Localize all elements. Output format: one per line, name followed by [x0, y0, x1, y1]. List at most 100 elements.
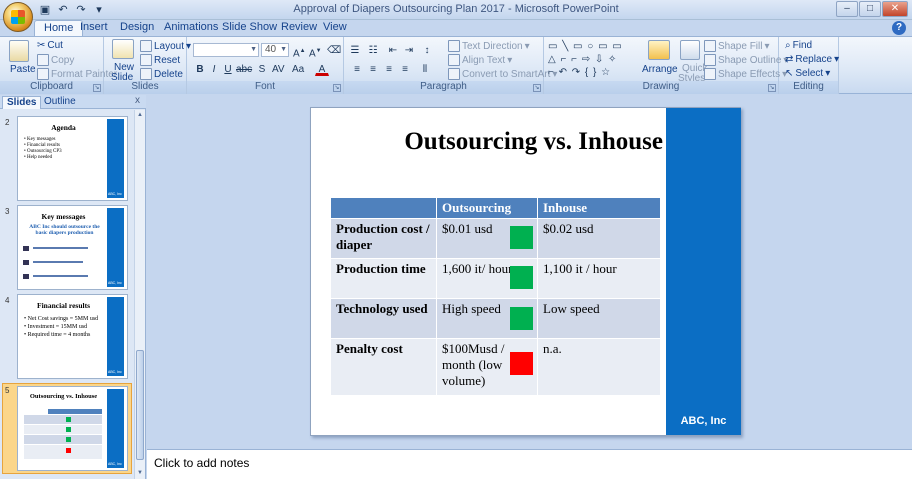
scroll-up-icon[interactable]: ▲	[135, 110, 145, 121]
office-button[interactable]	[3, 2, 33, 32]
align-text-button[interactable]: Align Text ▾	[448, 54, 512, 66]
slides-group: New Slide Layout ▾ Reset Delete Slides	[104, 37, 191, 94]
arrange-button[interactable]: Arrange	[642, 64, 678, 75]
line-spacing-icon[interactable]: ↕	[420, 43, 434, 57]
thumbnail-body: • Net Cost savings = 5MM usd • Investmen…	[24, 316, 99, 338]
thumbnail-blue-bar: ABC, Inc	[107, 389, 124, 468]
thumbnail-title: Financial results	[37, 301, 90, 310]
outsourcing-cell: $100Musd / month (low volume)	[437, 339, 537, 395]
status-indicator	[510, 352, 533, 375]
grow-font-icon[interactable]: A▲	[292, 43, 307, 59]
close-button[interactable]: ✕	[882, 1, 908, 17]
font-launcher-icon[interactable]: ↘	[333, 84, 341, 92]
change-case-icon[interactable]: Aa	[291, 62, 305, 76]
paragraph-launcher-icon[interactable]: ↘	[533, 84, 541, 92]
numbering-icon[interactable]: ☷	[366, 43, 380, 57]
maximize-button[interactable]: □	[859, 1, 881, 17]
table-header-inhouse: Inhouse	[538, 198, 660, 218]
bold-icon[interactable]: B	[193, 62, 207, 76]
strikethrough-icon[interactable]: abc	[235, 62, 253, 76]
copy-button[interactable]: Copy	[37, 54, 74, 66]
thumbnail-number: 3	[5, 207, 10, 216]
slide-thumbnail-3[interactable]: Key messages ABC Inc should outsource th…	[17, 205, 128, 290]
inhouse-cell: n.a.	[538, 339, 660, 395]
paragraph-group-label: Paragraph	[344, 81, 543, 94]
cut-button[interactable]: ✂ Cut	[37, 40, 63, 51]
scrollbar-thumb[interactable]	[136, 350, 144, 460]
thumbnail-title: Key messages	[41, 212, 86, 221]
tab-slides[interactable]: Slides	[2, 96, 42, 109]
underline-icon[interactable]: U	[221, 62, 235, 76]
font-size-combo[interactable]: 40 ▼	[261, 43, 289, 57]
minimize-button[interactable]: –	[836, 1, 858, 17]
row-label: Production cost / diaper	[331, 219, 436, 258]
paste-button[interactable]: Paste	[10, 64, 36, 75]
font-group-label: Font	[187, 81, 343, 94]
format-painter-icon	[37, 68, 49, 80]
notes-pane[interactable]: Click to add notes	[147, 449, 912, 479]
company-brand: ABC, Inc	[680, 415, 727, 427]
align-right-icon[interactable]: ≡	[382, 62, 396, 76]
replace-button[interactable]: ⇄ Replace ▾	[785, 54, 839, 65]
thumbnails-scrollbar[interactable]: ▲ ▼	[134, 110, 145, 479]
italic-icon[interactable]: I	[207, 62, 221, 76]
current-slide[interactable]: Outsourcing vs. Inhouse Outsourcing Inho…	[310, 107, 741, 436]
tab-view[interactable]: View	[323, 21, 347, 33]
close-icon[interactable]: x	[135, 95, 140, 106]
tab-slide-show[interactable]: Slide Show	[222, 21, 277, 33]
office-logo-icon	[11, 10, 25, 24]
character-spacing-icon[interactable]: AV	[271, 62, 286, 76]
align-left-icon[interactable]: ≡	[350, 62, 364, 76]
help-icon[interactable]: ?	[892, 21, 906, 35]
comparison-table[interactable]: Outsourcing Inhouse Production cost / di…	[330, 197, 661, 396]
tab-home[interactable]: Home	[34, 20, 84, 37]
shape-effects-button[interactable]: Shape Effects ▾	[704, 68, 787, 80]
slides-panel: Slides Outline x 2 Agenda • Key messages…	[0, 95, 146, 479]
align-center-icon[interactable]: ≡	[366, 62, 380, 76]
shapes-gallery[interactable]: ▭ ╲ ▭ ○ ▭ ▭ △ ⌐ ⌐ ⇨ ⇩ ✧ ⌐ ↶ ↷ { } ☆	[548, 40, 640, 78]
shrink-font-icon[interactable]: A▼	[308, 43, 323, 59]
tab-insert[interactable]: Insert	[80, 21, 108, 33]
shape-outline-icon	[704, 54, 716, 66]
scroll-down-icon[interactable]: ▼	[135, 468, 145, 479]
shape-outline-button[interactable]: Shape Outline ▾	[704, 54, 788, 66]
columns-icon[interactable]: ⫴	[418, 62, 432, 76]
justify-icon[interactable]: ≡	[398, 62, 412, 76]
select-button[interactable]: ↖ Select ▾	[785, 68, 830, 79]
font-name-combo[interactable]: ▼	[193, 43, 259, 57]
slide-thumbnail-5[interactable]: Outsourcing vs. Inhouse ABC, Inc	[17, 386, 128, 471]
thumbnail-blue-bar: ABC, Inc	[107, 208, 124, 287]
layout-button[interactable]: Layout ▾	[140, 40, 191, 52]
slide-title[interactable]: Outsourcing vs. Inhouse	[351, 128, 663, 156]
thumbnail-body: • Key messages • Financial results • Out…	[24, 137, 62, 160]
delete-button[interactable]: Delete	[140, 68, 183, 80]
shape-fill-button[interactable]: Shape Fill ▾	[704, 40, 770, 52]
thumbnail-number: 2	[5, 118, 10, 127]
shadow-icon[interactable]: S	[255, 62, 269, 76]
text-direction-button[interactable]: Text Direction ▾	[448, 40, 530, 52]
font-group: ▼ 40 ▼ A▲ A▼ ⌫ B I U abc S AV Aa A Font ↘	[187, 37, 344, 94]
paragraph-group: ☰ ☷ ⇤ ⇥ ↕ ≡ ≡ ≡ ≡ ⫴ Text Direction ▾ Alig…	[344, 37, 557, 94]
tab-outline[interactable]: Outline	[40, 96, 80, 109]
slide-thumbnail-2[interactable]: Agenda • Key messages • Financial result…	[17, 116, 128, 201]
drawing-launcher-icon[interactable]: ↘	[768, 84, 776, 92]
inhouse-cell: Low speed	[538, 299, 660, 338]
clipboard-launcher-icon[interactable]: ↘	[93, 84, 101, 92]
clear-formatting-icon[interactable]: ⌫	[326, 43, 342, 57]
tab-review[interactable]: Review	[281, 21, 317, 33]
convert-smartart-button[interactable]: Convert to SmartArt ▾	[448, 68, 557, 80]
find-button[interactable]: ⌕ Find	[785, 40, 812, 51]
reset-button[interactable]: Reset	[140, 54, 180, 66]
tab-design[interactable]: Design	[120, 21, 154, 33]
chevron-down-icon: ▼	[280, 46, 287, 53]
inhouse-cell: $0.02 usd	[538, 219, 660, 258]
window-title: Approval of Diapers Outsourcing Plan 201…	[293, 3, 619, 15]
increase-indent-icon[interactable]: ⇥	[402, 43, 416, 57]
clipboard-group: Paste ✂ Cut Copy Format Painter Clipboard…	[0, 37, 117, 94]
font-color-icon[interactable]: A	[315, 62, 329, 76]
decrease-indent-icon[interactable]: ⇤	[386, 43, 400, 57]
bullets-icon[interactable]: ☰	[348, 43, 362, 57]
tab-animations[interactable]: Animations	[164, 21, 218, 33]
slide-thumbnails: 2 Agenda • Key messages • Financial resu…	[0, 110, 134, 479]
slide-thumbnail-4[interactable]: Financial results • Net Cost savings = 5…	[17, 294, 128, 379]
